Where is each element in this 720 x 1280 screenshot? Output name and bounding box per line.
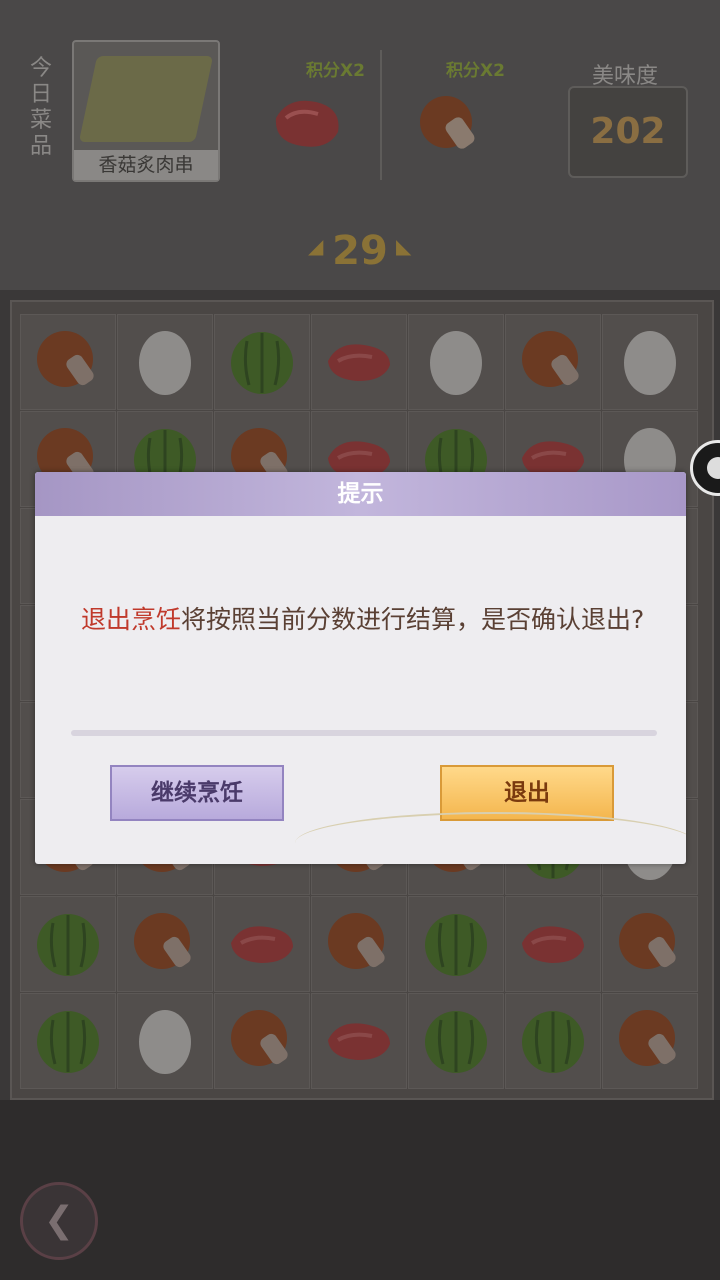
dialog-message-rest: 将按照当前分数进行结算，是否确认退出? — [181, 605, 645, 634]
board-cell[interactable] — [214, 896, 310, 992]
mushroom-icon — [134, 913, 191, 969]
back-button[interactable]: ❮ — [20, 1182, 98, 1260]
melon-icon — [37, 1011, 99, 1073]
mushroom-icon — [619, 1010, 676, 1066]
assist-knob-icon — [707, 457, 720, 479]
today-dish-label: 今日菜品 — [29, 56, 52, 159]
board-cell[interactable] — [505, 993, 601, 1089]
board-cell[interactable] — [408, 314, 504, 410]
board-cell[interactable] — [408, 993, 504, 1089]
dialog-message: 退出烹饪将按照当前分数进行结算，是否确认退出? — [81, 602, 651, 638]
board-cell[interactable] — [117, 896, 213, 992]
board-cell[interactable] — [311, 993, 407, 1089]
board-cell[interactable] — [311, 314, 407, 410]
melon-icon — [425, 1011, 487, 1073]
board-cell[interactable] — [20, 314, 116, 410]
mushroom-icon — [328, 913, 385, 969]
board-cell[interactable] — [214, 993, 310, 1089]
board-cell[interactable] — [505, 314, 601, 410]
egg-icon — [624, 331, 676, 395]
timer-spark-right-icon: ◣ — [396, 234, 412, 258]
meat-icon — [328, 344, 390, 381]
mushroom-icon — [619, 913, 676, 969]
board-cell[interactable] — [505, 896, 601, 992]
board-cell[interactable] — [20, 993, 116, 1089]
mushroom-icon — [420, 96, 475, 149]
skewer-dish-icon — [78, 56, 214, 142]
melon-icon — [425, 914, 487, 976]
egg-icon — [139, 331, 191, 395]
meat-icon — [328, 1023, 390, 1060]
meat-icon — [522, 926, 584, 963]
board-cell[interactable] — [408, 896, 504, 992]
melon-icon — [37, 914, 99, 976]
dialog-message-highlight: 退出烹饪 — [81, 605, 182, 634]
board-cell[interactable] — [214, 314, 310, 410]
dialog-title: 提示 — [337, 481, 384, 507]
egg-icon — [139, 1010, 191, 1074]
bonus-divider — [380, 50, 382, 180]
egg-icon — [430, 331, 482, 395]
meat-icon — [231, 926, 293, 963]
board-cell[interactable] — [602, 993, 698, 1089]
mushroom-icon — [522, 331, 579, 387]
melon-icon — [231, 332, 293, 394]
bonus-label-2: 积分X2 — [446, 61, 505, 81]
meat-icon — [275, 100, 339, 147]
board-cell[interactable] — [311, 896, 407, 992]
continue-cooking-button[interactable]: 继续烹饪 — [110, 765, 284, 821]
melon-icon — [522, 1011, 584, 1073]
dish-name: 香菇炙肉串 — [74, 150, 218, 180]
dialog-divider — [71, 730, 657, 736]
bonus-label-1: 积分X2 — [306, 61, 365, 81]
dish-card: 香菇炙肉串 — [72, 40, 220, 182]
board-cell[interactable] — [602, 896, 698, 992]
mushroom-icon — [231, 1010, 288, 1066]
countdown-timer: 29 — [332, 228, 388, 274]
board-cell[interactable] — [20, 896, 116, 992]
flavor-score: 202 — [568, 86, 688, 178]
board-cell[interactable] — [117, 314, 213, 410]
bottom-panel — [0, 1100, 720, 1280]
top-bar: 今日菜品 香菇炙肉串 积分X2 积分X2 美味度 202 ◢ 29 ◣ — [0, 0, 720, 290]
exit-confirm-dialog: 提示 退出烹饪将按照当前分数进行结算，是否确认退出? 继续烹饪 退出 — [35, 472, 686, 864]
board-cell[interactable] — [117, 993, 213, 1089]
board-cell[interactable] — [602, 314, 698, 410]
decorative-curve — [295, 812, 686, 864]
mushroom-icon — [37, 331, 94, 387]
